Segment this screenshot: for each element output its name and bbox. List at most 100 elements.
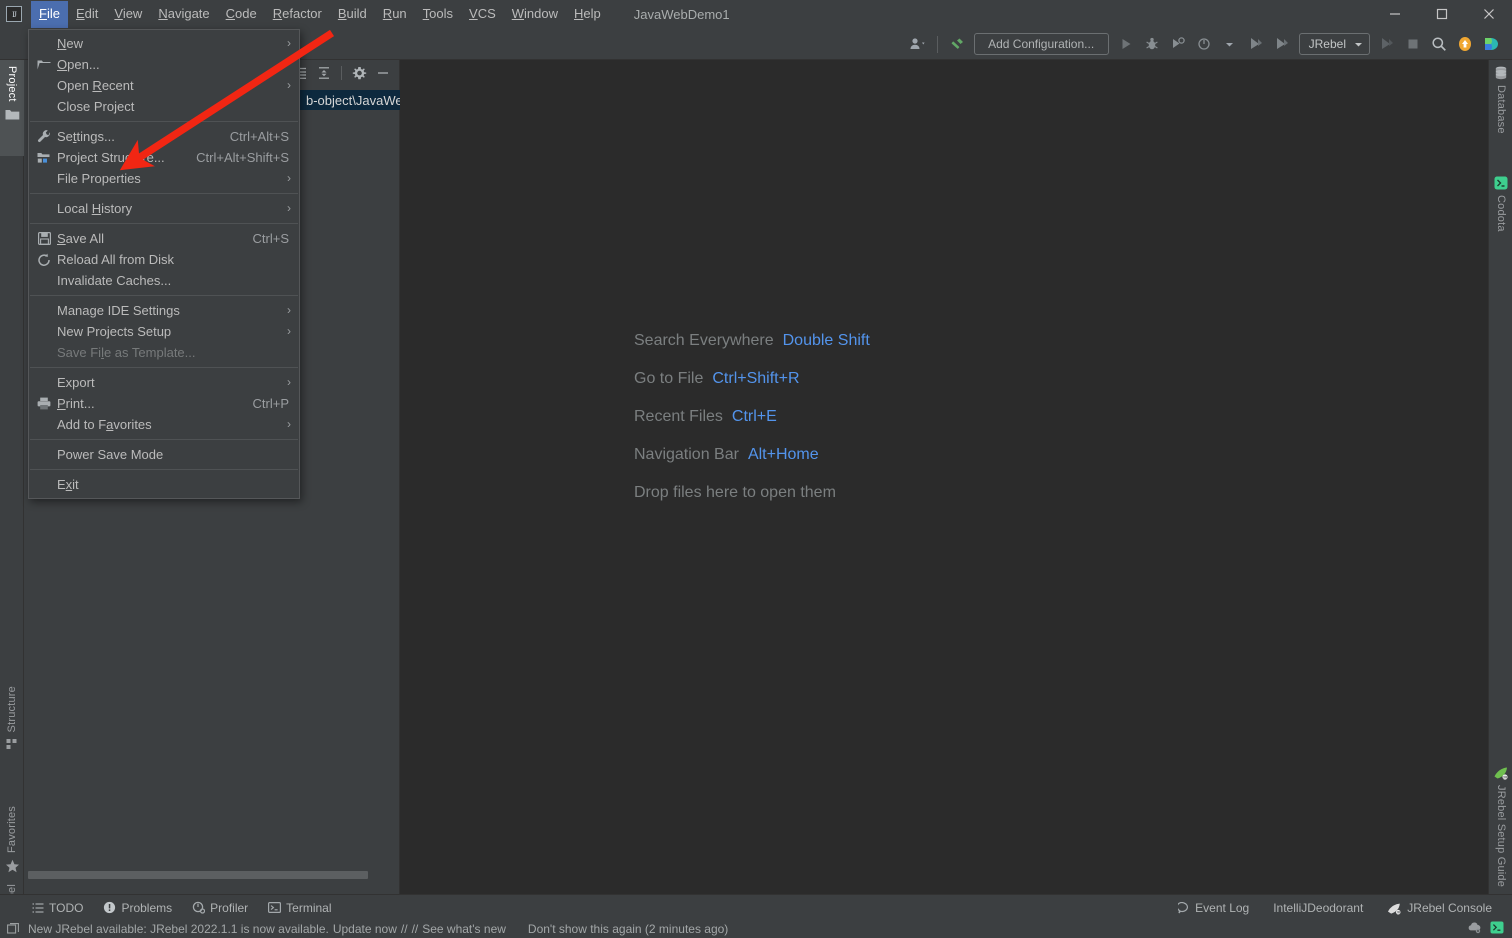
editor-hint-row: Recent Files Ctrl+E: [634, 408, 870, 426]
editor-hint-shortcut: Double Shift: [782, 332, 870, 349]
problems-icon: [104, 901, 116, 914]
status-message: New JRebel available: JRebel 2022.1.1 is…: [28, 922, 329, 936]
menu-item-label: Open Recent: [57, 78, 134, 93]
bottom-item-todo[interactable]: TODO: [0, 895, 93, 921]
menubar-item-file[interactable]: File: [31, 0, 68, 28]
menu-item-exit[interactable]: Exit: [29, 474, 299, 495]
project-tree-selected-node[interactable]: b-object\JavaWe: [300, 90, 400, 110]
menubar-item-label: Edit: [75, 5, 99, 21]
dismiss-notification-link[interactable]: Don't show this again (2 minutes ago): [528, 922, 728, 936]
run-configuration-selector[interactable]: Add Configuration...: [973, 33, 1109, 55]
menu-item-new[interactable]: New ›: [29, 33, 299, 54]
build-hammer-icon[interactable]: [944, 31, 970, 57]
jrebel-debug-icon[interactable]: [1269, 31, 1295, 57]
debug-icon[interactable]: [1139, 31, 1165, 57]
bottom-item-terminal[interactable]: Terminal: [258, 895, 341, 921]
menu-item-power-save-mode[interactable]: Power Save Mode: [29, 444, 299, 465]
sidebar-item-project-label: Project: [6, 66, 18, 102]
settings-gear-icon[interactable]: [348, 62, 370, 84]
intellij-logo-icon: IJ: [6, 6, 22, 22]
menu-item-print[interactable]: Print... Ctrl+P: [29, 393, 299, 414]
sidebar-item-jrebel-setup-guide[interactable]: JR JRebel Setup Guide: [1489, 760, 1512, 900]
toolbar-right-group: Add Configuration... JRebel: [905, 28, 1504, 60]
menubar-item-navigate[interactable]: Navigate: [150, 1, 217, 28]
menu-item-settings[interactable]: Settings... Ctrl+Alt+S: [29, 126, 299, 147]
menu-item-add-to-favorites[interactable]: Add to Favorites ›: [29, 414, 299, 435]
menubar-item-window[interactable]: Window: [504, 1, 566, 28]
menu-item-project-structure[interactable]: Project Structure... Ctrl+Alt+Shift+S: [29, 147, 299, 168]
status-notification: New JRebel available: JRebel 2022.1.1 is…: [0, 922, 728, 936]
folder-icon: [35, 54, 53, 75]
menubar-item-edit[interactable]: Edit: [68, 1, 106, 28]
menu-item-file-properties[interactable]: File Properties ›: [29, 168, 299, 189]
cloud-sync-icon[interactable]: [1467, 921, 1482, 937]
menu-item-open[interactable]: Open...: [29, 54, 299, 75]
menubar-item-tools[interactable]: Tools: [415, 1, 461, 28]
menubar-item-help[interactable]: Help: [566, 1, 609, 28]
profile-dropdown-icon[interactable]: [1217, 31, 1243, 57]
menubar-item-run[interactable]: Run: [375, 1, 415, 28]
maximize-button[interactable]: [1418, 0, 1465, 28]
menu-item-export[interactable]: Export ›: [29, 372, 299, 393]
intellij-idea-window: IJ File Edit View Navigate Code Refactor Build…: [0, 0, 1512, 938]
bottom-item-problems[interactable]: Problems: [93, 895, 182, 921]
menu-separator: [30, 469, 298, 470]
menu-item-reload-all-from-disk[interactable]: Reload All from Disk: [29, 249, 299, 270]
jrebel-run-icon[interactable]: [1243, 31, 1269, 57]
terminal-badge-icon[interactable]: [1490, 921, 1504, 937]
profile-icon[interactable]: [1191, 31, 1217, 57]
sidebar-item-structure[interactable]: Structure: [0, 680, 24, 782]
svg-text:JR: JR: [1396, 910, 1401, 914]
menubar-item-build[interactable]: Build: [330, 1, 375, 28]
menu-item-new-projects-setup[interactable]: New Projects Setup ›: [29, 321, 299, 342]
file-menu-dropdown[interactable]: New › Open... Open Recent › Close Project Sett…: [28, 29, 300, 499]
project-tree-node-label: b-object\JavaWe: [306, 92, 400, 108]
sidebar-item-codota[interactable]: Codota: [1489, 170, 1512, 252]
menubar-item-view[interactable]: View: [106, 1, 150, 28]
search-icon[interactable]: [1426, 31, 1452, 57]
bottom-item-event-log[interactable]: Event Log: [1168, 895, 1259, 921]
bottom-item-intellij-deodorant[interactable]: IntelliJDeodorant: [1263, 895, 1373, 921]
menu-item-local-history[interactable]: Local History ›: [29, 198, 299, 219]
toolbar-separator: [936, 35, 938, 53]
hide-panel-icon[interactable]: [372, 62, 394, 84]
menubar-item-code[interactable]: Code: [218, 1, 265, 28]
menubar-item-refactor[interactable]: Refactor: [265, 1, 330, 28]
sidebar-item-database[interactable]: Database: [1489, 60, 1512, 156]
menu-item-open-recent[interactable]: Open Recent ›: [29, 75, 299, 96]
menu-item-close-project[interactable]: Close Project: [29, 96, 299, 117]
stop-icon[interactable]: [1400, 31, 1426, 57]
menu-item-label: Add to Favorites: [57, 417, 152, 432]
sidebar-item-project[interactable]: Project: [0, 60, 24, 156]
update-icon[interactable]: [1452, 31, 1478, 57]
run-icon[interactable]: [1113, 31, 1139, 57]
bottom-item-jrebel-console[interactable]: JR JRebel Console: [1377, 895, 1502, 921]
bottom-item-todo-label: TODO: [49, 900, 84, 915]
menubar-item-label: View: [114, 5, 143, 21]
codota-icon[interactable]: [1478, 31, 1504, 57]
printer-icon: [35, 393, 53, 414]
scrollbar-thumb[interactable]: [28, 871, 368, 879]
run-configuration-label: Add Configuration...: [988, 37, 1095, 51]
menu-item-label: Close Project: [57, 99, 135, 114]
bottom-item-profiler-label: Profiler: [210, 900, 249, 915]
notification-icon: [6, 922, 20, 936]
project-panel-horizontal-scrollbar[interactable]: [28, 870, 398, 880]
jrebel-stop-icon[interactable]: [1374, 31, 1400, 57]
menubar-item-vcs[interactable]: VCS: [461, 1, 504, 28]
collapse-all-icon[interactable]: [313, 62, 335, 84]
see-whats-new-link[interactable]: See what's new: [422, 922, 506, 936]
jrebel-selector[interactable]: JRebel: [1298, 33, 1370, 55]
submenu-chevron-icon: ›: [287, 78, 291, 92]
close-button[interactable]: [1465, 0, 1512, 28]
bottom-item-profiler[interactable]: Profiler: [182, 895, 258, 921]
menu-item-invalidate-caches[interactable]: Invalidate Caches...: [29, 270, 299, 291]
update-now-link[interactable]: Update now: [333, 922, 397, 936]
run-coverage-icon[interactable]: [1165, 31, 1191, 57]
database-icon: [1495, 66, 1507, 80]
user-dropdown-icon[interactable]: [905, 31, 931, 57]
editor-hint-row: Navigation Bar Alt+Home: [634, 446, 870, 464]
menu-item-manage-ide-settings[interactable]: Manage IDE Settings ›: [29, 300, 299, 321]
minimize-button[interactable]: [1371, 0, 1418, 28]
menu-item-save-all[interactable]: Save All Ctrl+S: [29, 228, 299, 249]
